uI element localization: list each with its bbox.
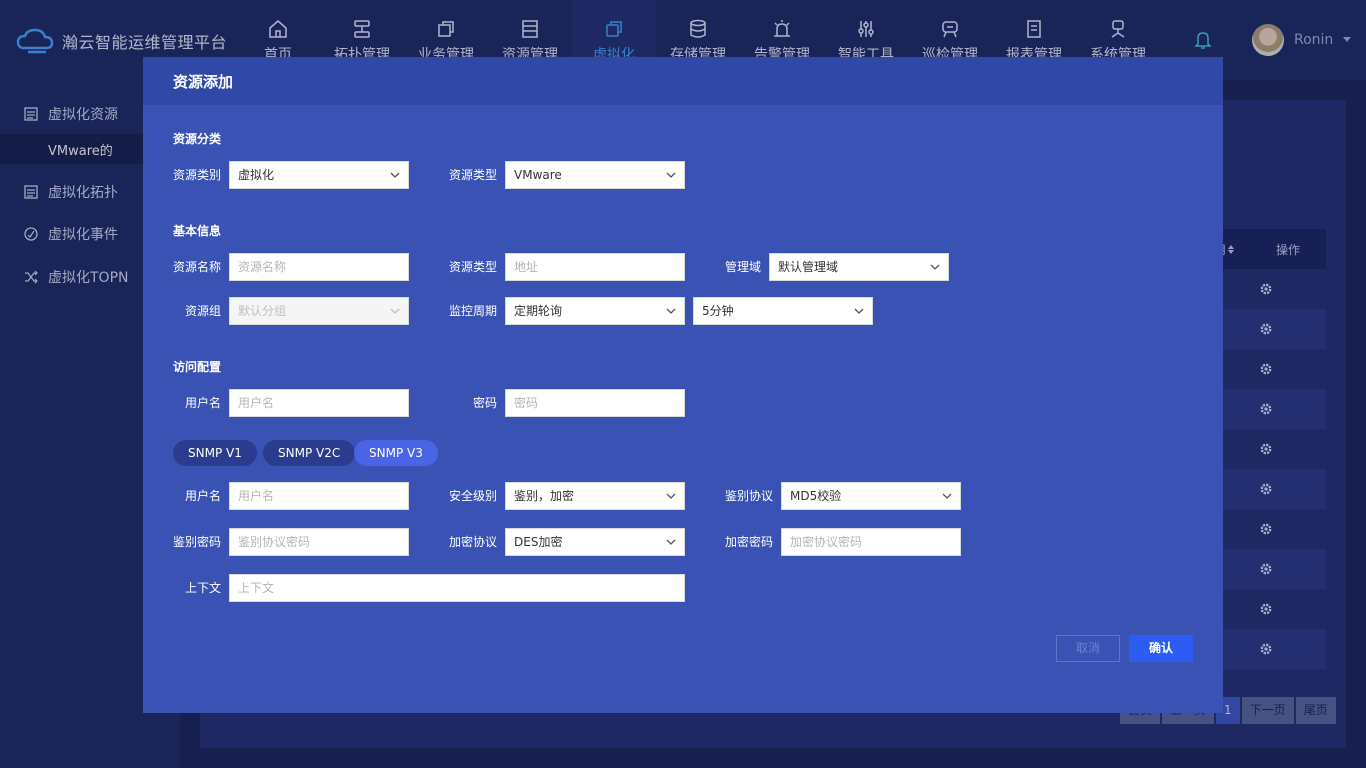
- cancel-button[interactable]: 取消: [1056, 635, 1120, 662]
- context-label: 上下文: [184, 581, 221, 595]
- section-category-title: 资源分类: [173, 132, 222, 146]
- snmp-user-label: 用户名: [184, 489, 221, 503]
- chevron-down-icon: [390, 172, 400, 178]
- encrypt-password-label: 加密密码: [724, 535, 773, 549]
- section-basic-title: 基本信息: [173, 224, 222, 238]
- encrypt-password-input[interactable]: 加密协议密码: [781, 528, 961, 556]
- auth-protocol-label: 鉴别协议: [724, 489, 773, 503]
- group-select[interactable]: 默认分组: [229, 297, 409, 325]
- chevron-down-icon: [666, 308, 676, 314]
- type-label: 资源类型: [448, 168, 497, 182]
- confirm-button[interactable]: 确认: [1129, 635, 1193, 662]
- domain-select[interactable]: 默认管理域: [769, 253, 949, 281]
- type-select-value: VMware: [514, 168, 562, 182]
- address-input[interactable]: 地址: [505, 253, 685, 281]
- password-input[interactable]: 密码: [505, 389, 685, 417]
- monitor-mode-value: 定期轮询: [514, 304, 563, 318]
- resource-add-dialog: 资源添加 资源分类 资源类别 虚拟化 资源类型 VMware 基本信息 资源名称…: [143, 57, 1223, 713]
- tab-snmp-v3[interactable]: SNMP V3: [354, 440, 438, 466]
- chevron-down-icon: [390, 308, 400, 314]
- category-select-value: 虚拟化: [238, 168, 275, 182]
- domain-label: 管理域: [724, 260, 761, 274]
- name-label: 资源名称: [172, 260, 221, 274]
- monitor-mode-select[interactable]: 定期轮询: [505, 297, 685, 325]
- monitor-interval-select[interactable]: 5分钟: [693, 297, 873, 325]
- auth-protocol-value: MD5校验: [790, 489, 842, 503]
- address-label: 资源类型: [448, 260, 497, 274]
- monitor-label: 监控周期: [448, 304, 497, 318]
- chevron-down-icon: [854, 308, 864, 314]
- category-label: 资源类别: [172, 168, 221, 182]
- chevron-down-icon: [942, 493, 952, 499]
- group-label: 资源组: [184, 304, 221, 318]
- dialog-header: 资源添加: [143, 57, 1223, 105]
- encrypt-protocol-label: 加密协议: [448, 535, 497, 549]
- chevron-down-icon: [666, 493, 676, 499]
- dialog-title: 资源添加: [173, 72, 234, 91]
- chevron-down-icon: [666, 539, 676, 545]
- group-select-value: 默认分组: [238, 304, 287, 318]
- user-label: 用户名: [184, 396, 221, 410]
- monitor-interval-value: 5分钟: [702, 304, 734, 318]
- encrypt-protocol-value: DES加密: [514, 535, 563, 549]
- chevron-down-icon: [930, 264, 940, 270]
- security-level-value: 鉴别，加密: [514, 489, 575, 503]
- type-select[interactable]: VMware: [505, 161, 685, 189]
- security-label: 安全级别: [448, 489, 497, 503]
- auth-protocol-select[interactable]: MD5校验: [781, 482, 961, 510]
- password-label: 密码: [472, 396, 497, 410]
- context-input[interactable]: 上下文: [229, 574, 685, 602]
- domain-select-value: 默认管理域: [778, 260, 839, 274]
- security-level-select[interactable]: 鉴别，加密: [505, 482, 685, 510]
- section-access-title: 访问配置: [173, 360, 222, 374]
- auth-password-label: 鉴别密码: [172, 535, 221, 549]
- name-input[interactable]: 资源名称: [229, 253, 409, 281]
- category-select[interactable]: 虚拟化: [229, 161, 409, 189]
- username-input[interactable]: 用户名: [229, 389, 409, 417]
- encrypt-protocol-select[interactable]: DES加密: [505, 528, 685, 556]
- tab-snmp-v2c[interactable]: SNMP V2C: [263, 440, 356, 466]
- chevron-down-icon: [666, 172, 676, 178]
- tab-snmp-v1[interactable]: SNMP V1: [173, 440, 257, 466]
- snmp-username-input[interactable]: 用户名: [229, 482, 409, 510]
- auth-password-input[interactable]: 鉴别协议密码: [229, 528, 409, 556]
